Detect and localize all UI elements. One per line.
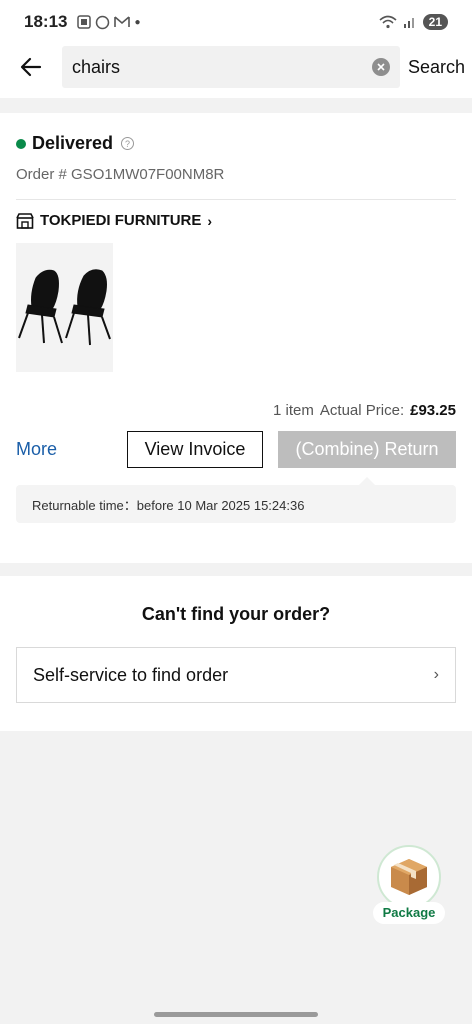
signal-icon [403, 18, 414, 28]
self-service-button[interactable]: Self-service to find order › [16, 647, 456, 703]
package-icon [391, 859, 427, 895]
back-button[interactable] [0, 36, 62, 98]
find-order-card: Can't find your order? Self-service to f… [0, 576, 472, 731]
status-right: 21 [379, 14, 448, 30]
self-service-label: Self-service to find order [33, 664, 229, 685]
more-notifications-icon: ● [134, 16, 141, 28]
chair-image-icon [18, 269, 111, 346]
back-arrow-icon [20, 57, 42, 77]
actions-row: More View Invoice (Combine) Return [16, 431, 456, 468]
view-invoice-button[interactable]: View Invoice [127, 431, 263, 468]
store-name: TOKPIEDI FURNITURE [40, 212, 202, 229]
find-order-title: Can't find your order? [141, 604, 331, 624]
item-count: 1 item [273, 402, 314, 419]
package-label[interactable]: Package [373, 902, 445, 924]
status-dot-icon [16, 138, 26, 149]
store-icon [16, 212, 34, 229]
more-button[interactable]: More [16, 439, 57, 460]
returnable-time-tooltip: Returnable time：before 10 Mar 2025 15:24… [16, 477, 456, 523]
search-header: Search [0, 36, 472, 98]
divider [16, 199, 456, 200]
status-time: 18:13 [24, 12, 68, 31]
help-icon[interactable]: ? [121, 137, 135, 150]
search-input[interactable] [72, 56, 372, 78]
battery-indicator: 21 [422, 14, 448, 30]
order-status-row: Delivered ? [16, 133, 456, 154]
wifi-icon [379, 15, 397, 29]
search-button[interactable]: Search [408, 57, 465, 78]
gmail-icon [114, 16, 131, 27]
order-status: Delivered [32, 133, 114, 153]
returnable-time: Returnable time：before 10 Mar 2025 15:24… [32, 497, 305, 513]
package-button[interactable] [377, 845, 441, 909]
notification-icons: ● [77, 15, 141, 30]
chevron-right-icon: › [207, 212, 213, 229]
product-image[interactable] [16, 243, 113, 372]
clear-icon[interactable] [372, 58, 390, 76]
home-indicator[interactable] [154, 1012, 318, 1017]
price-row: 1 item Actual Price: £93.25 [16, 402, 456, 419]
price-value: £93.25 [410, 402, 456, 419]
whatsapp-icon [96, 15, 110, 29]
search-box[interactable] [62, 46, 400, 88]
order-number: Order # GSO1MW07F00NM8R [16, 166, 225, 183]
store-link[interactable]: TOKPIEDI FURNITURE › [16, 212, 456, 229]
order-card: Delivered ? Order # GSO1MW07F00NM8R TOKP… [0, 113, 472, 563]
screenshot-icon [77, 15, 92, 29]
combine-return-button[interactable]: (Combine) Return [278, 431, 456, 468]
chevron-right-icon: › [433, 666, 439, 683]
price-label: Actual Price: [319, 402, 405, 419]
